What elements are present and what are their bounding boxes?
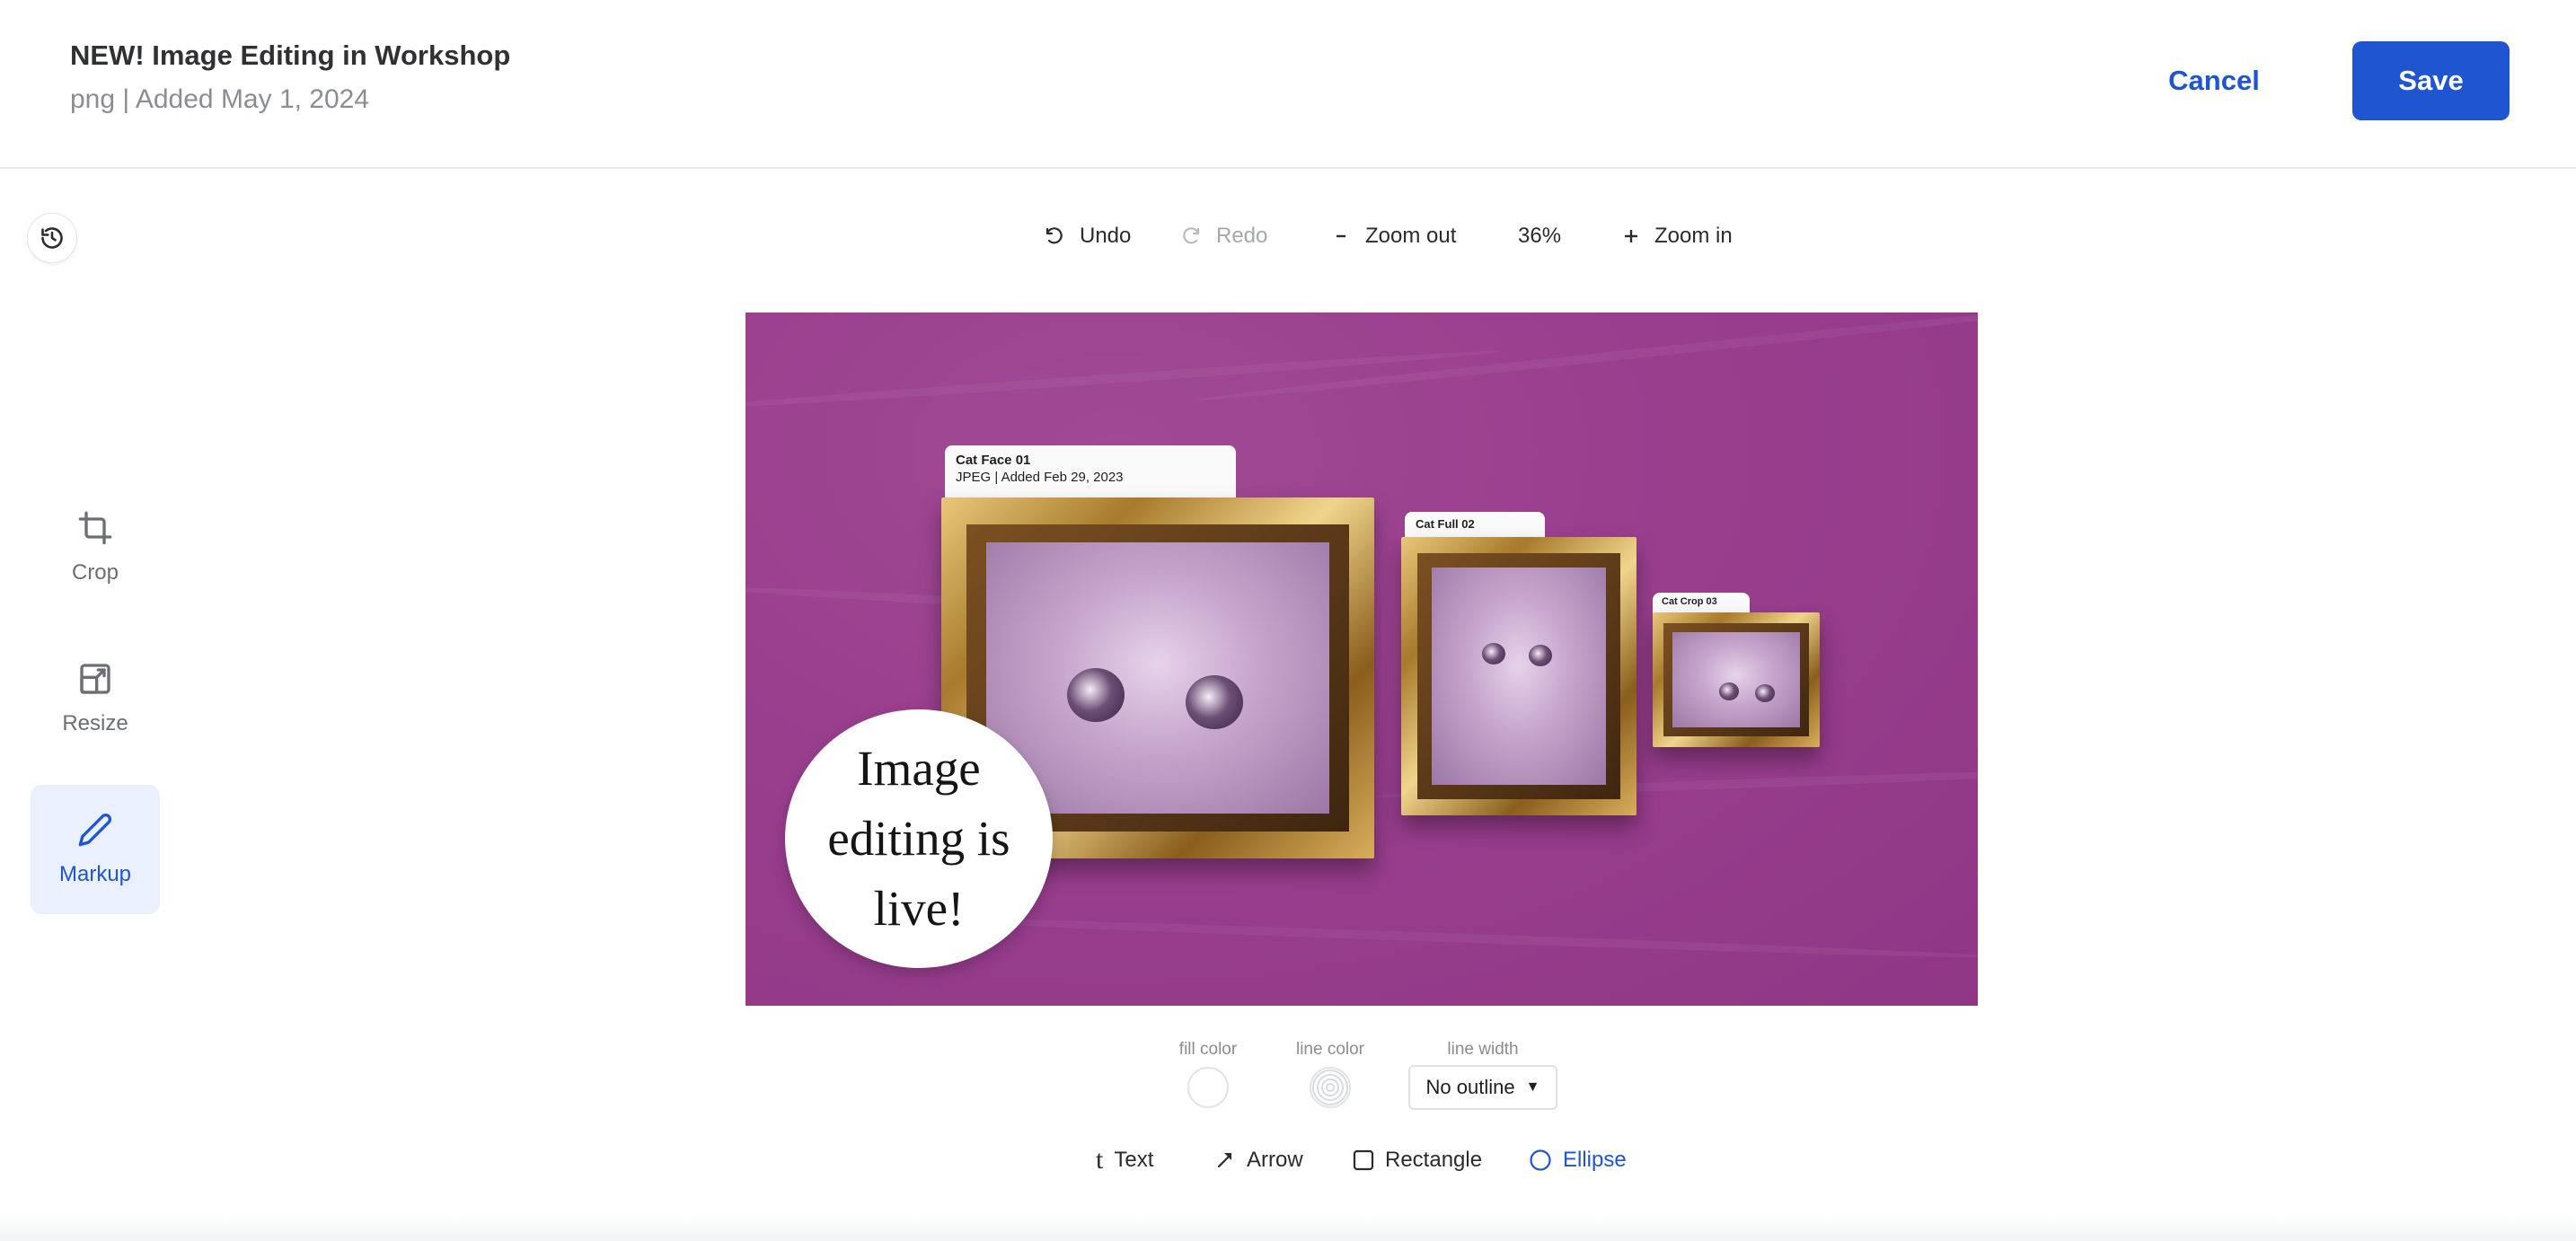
fill-color-label: fill color [1178,1040,1238,1059]
fill-color-swatch[interactable] [1187,1067,1229,1108]
card-label: Cat Crop 03 [1653,593,1750,614]
page-title: NEW! Image Editing in Workshop [70,40,511,71]
minus-icon [1333,227,1351,245]
cat-photo [1672,632,1800,727]
card-meta: JPEG | Added Feb 29, 2023 [956,470,1124,485]
background-stroke [1196,312,1978,405]
ellipse-tool-label: Ellipse [1563,1148,1627,1172]
crop-tool-label: Crop [71,560,119,585]
line-width-value: No outline [1425,1076,1515,1098]
ellipse-icon [1529,1149,1552,1172]
markup-ellipse[interactable]: Image editing is live! [785,709,1053,968]
arrow-tool-button[interactable]: Arrow [1214,1140,1303,1180]
zoom-out-label: Zoom out [1365,224,1457,248]
resize-tool-label: Resize [62,711,128,735]
history-icon [41,227,63,249]
cat-eye [1529,645,1552,666]
undo-button[interactable]: Undo [1044,216,1131,257]
redo-icon [1180,225,1202,247]
picture-frame [1653,612,1820,747]
cancel-button[interactable]: Cancel [2138,41,2290,120]
line-width-select[interactable]: No outline ▼ [1408,1065,1557,1110]
arrow-icon [1214,1149,1236,1171]
image-canvas[interactable]: Cat Face 01 JPEG | Added Feb 29, 2023 Ca… [745,312,1978,1006]
markup-ellipse-text[interactable]: Image editing is live! [816,734,1022,944]
crop-icon [78,511,112,545]
file-meta: png | Added May 1, 2024 [70,84,370,114]
cat-photo [1432,568,1606,785]
cat-eye [1482,643,1505,665]
markup-tool-button[interactable]: Markup [31,785,160,914]
line-color-swatch[interactable] [1310,1067,1351,1108]
arrow-tool-label: Arrow [1247,1148,1303,1172]
redo-label: Redo [1216,224,1268,248]
cat-eye [1186,675,1243,729]
plus-icon [1622,227,1640,245]
caret-down-icon: ▼ [1525,1079,1540,1095]
undo-label: Undo [1080,224,1132,248]
undo-icon [1044,225,1065,247]
footer-shadow [0,1214,2576,1241]
zoom-out-button[interactable]: Zoom out [1333,216,1456,257]
picture-frame [1401,537,1636,815]
cat-eye [1067,668,1125,722]
cat-photo [986,542,1329,814]
text-icon: t [1096,1145,1104,1175]
resize-icon [80,664,110,694]
save-button[interactable]: Save [2352,41,2510,120]
markup-tool-label: Markup [58,862,132,886]
resize-tool-button[interactable]: Resize [31,634,160,763]
redo-button[interactable]: Redo [1180,216,1267,257]
card-title: Cat Face 01 [956,453,1031,468]
rectangle-tool-label: Rectangle [1385,1148,1483,1172]
cat-eye [1719,682,1739,700]
rectangle-icon [1353,1149,1374,1171]
zoom-level: 36% [1518,224,1562,248]
line-width-label: line width [1447,1040,1519,1059]
history-button[interactable] [27,213,77,263]
zoom-in-button[interactable]: Zoom in [1622,216,1733,257]
ellipse-tool-button[interactable]: Ellipse [1529,1140,1627,1180]
cat-eye [1755,684,1775,702]
crop-tool-button[interactable]: Crop [31,483,160,612]
pencil-icon [78,813,112,847]
text-tool-label: Text [1114,1148,1154,1172]
card-title: Cat Full 02 [1416,517,1475,531]
zoom-in-label: Zoom in [1654,224,1733,248]
text-tool-button[interactable]: t Text [1096,1140,1153,1180]
rectangle-tool-button[interactable]: Rectangle [1353,1140,1482,1180]
line-color-label: line color [1295,1040,1365,1059]
editor-header: NEW! Image Editing in Workshop png | Add… [0,0,2576,169]
card-title: Cat Crop 03 [1662,596,1717,607]
